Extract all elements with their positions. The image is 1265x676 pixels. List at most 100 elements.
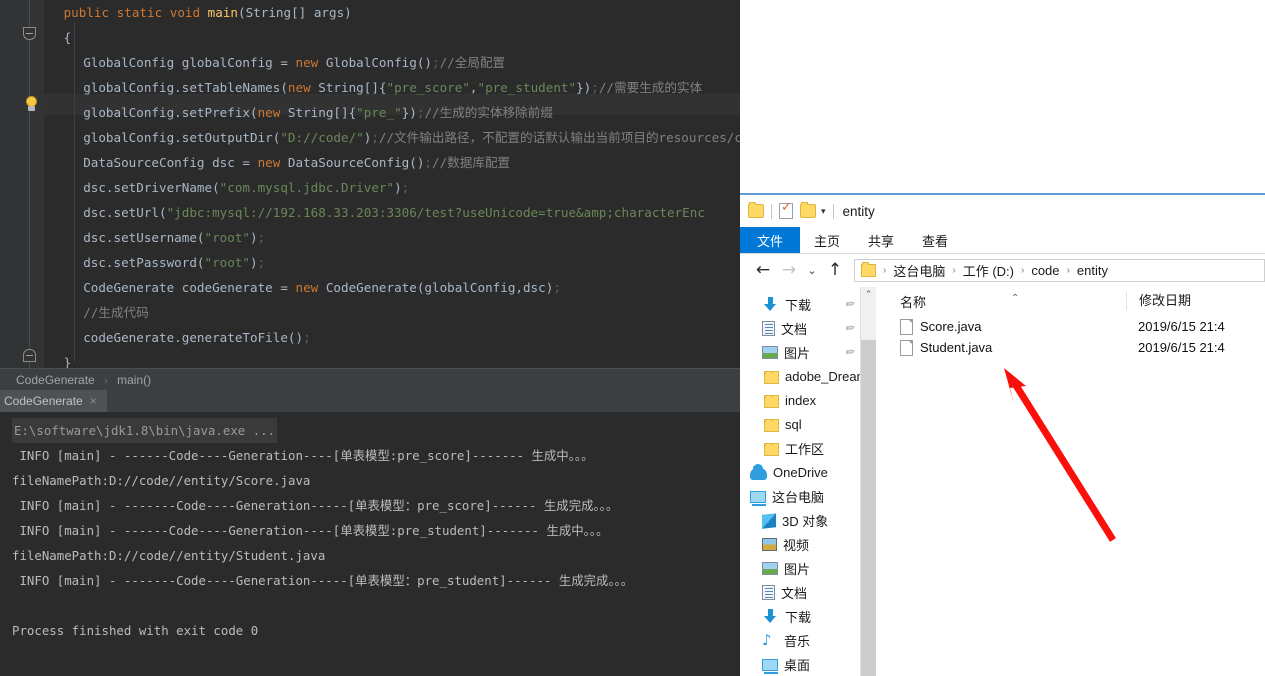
forward-button[interactable]: → bbox=[776, 262, 802, 279]
file-name-cell: Student.java bbox=[876, 339, 1126, 356]
breadcrumb-separator-icon: › bbox=[952, 265, 956, 276]
breadcrumb-item-3[interactable]: entity bbox=[1077, 263, 1108, 278]
console-line: E:\software\jdk1.8\bin\java.exe ... bbox=[0, 418, 740, 443]
code-token: }) bbox=[576, 80, 592, 95]
scroll-up-icon[interactable]: ⌃ bbox=[861, 287, 876, 303]
nav-item-3D 对象[interactable]: 3D 对象 bbox=[740, 508, 860, 532]
column-headers[interactable]: 名称 ⌃ 修改日期 bbox=[876, 287, 1265, 316]
toolbar-divider bbox=[771, 203, 772, 219]
code-line: GlobalConfig globalConfig = new GlobalCo… bbox=[0, 50, 740, 75]
file-list-pane[interactable]: 名称 ⌃ 修改日期 Score.java 2019/6/15 21:4 Studen… bbox=[876, 287, 1265, 676]
code-token: ) bbox=[394, 180, 402, 195]
back-button[interactable]: ← bbox=[750, 262, 776, 279]
nav-item-桌面[interactable]: 桌面 bbox=[740, 652, 860, 676]
column-header-name[interactable]: 名称 ⌃ bbox=[876, 292, 1126, 311]
folder-icon[interactable] bbox=[748, 202, 764, 218]
code-token: CodeGenerate codeGenerate = bbox=[83, 280, 296, 295]
code-token: "jdbc:mysql://192.168.33.203:3306/test?u… bbox=[166, 205, 705, 220]
nav-item-这台电脑[interactable]: 这台电脑 bbox=[740, 484, 860, 508]
chevron-down-icon[interactable]: ▾ bbox=[821, 206, 826, 216]
nav-item-label: index bbox=[785, 392, 817, 408]
code-token: "D://code/" bbox=[280, 130, 364, 145]
folder-icon bbox=[764, 442, 779, 456]
code-editor-pane[interactable]: public static void main(String[] args) {G… bbox=[0, 0, 740, 370]
breadcrumb-method[interactable]: main() bbox=[117, 373, 151, 387]
breadcrumb-item-0[interactable]: 这台电脑 bbox=[893, 261, 945, 280]
nav-item-工作区[interactable]: 工作区 bbox=[740, 436, 860, 460]
nav-item-label: 这台电脑 bbox=[772, 489, 825, 505]
file-row[interactable]: Student.java 2019/6/15 21:4 bbox=[876, 337, 1265, 358]
nav-item-下载[interactable]: 下载 bbox=[740, 604, 860, 628]
code-token: "pre_" bbox=[356, 105, 402, 120]
explorer-content: 下载 ✐ 文档 ✐ 图片 ✐ adobe_Dreamwindex sql 工作区 OneDrive… bbox=[740, 287, 1265, 676]
code-token: ; bbox=[257, 230, 266, 245]
nav-item-视频[interactable]: 视频 bbox=[740, 532, 860, 556]
console-log-text: Process finished with exit code 0 bbox=[12, 623, 259, 638]
download-icon bbox=[762, 296, 779, 312]
nav-item-音乐[interactable]: ♪ 音乐 bbox=[740, 628, 860, 652]
ide-window: public static void main(String[] args) {G… bbox=[0, 0, 740, 676]
nav-item-label: adobe_Dreamw bbox=[785, 368, 860, 384]
sort-ascending-icon: ⌃ bbox=[1011, 292, 1020, 304]
breadcrumb-path[interactable]: › 这台电脑 › 工作 (D:) › code › entity bbox=[854, 259, 1265, 282]
code-token: DataSourceConfig dsc = bbox=[83, 155, 258, 170]
ribbon-tab-查看[interactable]: 查看 bbox=[908, 227, 962, 253]
nav-item-OneDrive[interactable]: OneDrive bbox=[740, 460, 860, 484]
pin-icon[interactable]: ✐ bbox=[842, 320, 857, 336]
breadcrumb-separator-icon: › bbox=[104, 375, 108, 387]
file-icon bbox=[900, 318, 913, 335]
code-token: String[]{ bbox=[318, 80, 387, 95]
nav-item-图片[interactable]: 图片 ✐ bbox=[740, 340, 860, 364]
up-button[interactable]: ↑ bbox=[822, 262, 848, 279]
nav-item-label: 文档 bbox=[781, 585, 808, 601]
address-bar[interactable]: ← → ⌄ ↑ › 这台电脑 › 工作 (D:) › code › entity bbox=[740, 254, 1265, 287]
nav-item-label: 音乐 bbox=[784, 633, 811, 649]
nav-item-label: sql bbox=[785, 416, 802, 432]
code-token: ; bbox=[432, 55, 440, 70]
new-folder-icon[interactable] bbox=[800, 202, 816, 218]
pin-icon[interactable]: ✐ bbox=[842, 296, 857, 312]
nav-item-index[interactable]: index bbox=[740, 388, 860, 412]
console-log-text: fileNamePath:D://code//entity/Student.ja… bbox=[12, 548, 326, 563]
history-dropdown-icon[interactable]: ⌄ bbox=[802, 265, 822, 276]
pin-icon[interactable]: ✐ bbox=[842, 344, 857, 360]
breadcrumb-item-1[interactable]: 工作 (D:) bbox=[963, 261, 1014, 280]
file-explorer-window: ▾ entity 文件主页共享查看 ← → ⌄ ↑ ›这台电脑›工作 (D:)›… bbox=[740, 193, 1265, 676]
ribbon-tab-共享[interactable]: 共享 bbox=[854, 227, 908, 253]
nav-item-文档[interactable]: 文档 bbox=[740, 580, 860, 604]
console-tab-codegenerate[interactable]: CodeGenerate × bbox=[0, 390, 107, 412]
nav-item-adobe_Dreamw[interactable]: adobe_Dreamw bbox=[740, 364, 860, 388]
ribbon-tab-bar[interactable]: 文件 主页 共享 查看 bbox=[740, 227, 1265, 253]
nav-scrollbar[interactable]: ⌃ bbox=[861, 287, 876, 676]
close-icon[interactable]: × bbox=[90, 390, 97, 412]
code-token: "pre_score" bbox=[386, 80, 470, 95]
code-token: "root" bbox=[204, 255, 251, 270]
explorer-title-bar[interactable]: ▾ entity bbox=[740, 195, 1265, 227]
code-token: ; bbox=[303, 330, 311, 345]
nav-item-文档[interactable]: 文档 ✐ bbox=[740, 316, 860, 340]
console-line: fileNamePath:D://code//entity/Student.ja… bbox=[0, 543, 740, 568]
breadcrumb-separator-icon: › bbox=[1066, 265, 1070, 276]
nav-item-sql[interactable]: sql bbox=[740, 412, 860, 436]
ribbon-tab-主页[interactable]: 主页 bbox=[800, 227, 854, 253]
file-row[interactable]: Score.java 2019/6/15 21:4 bbox=[876, 316, 1265, 337]
scrollbar-thumb[interactable] bbox=[861, 340, 876, 676]
nav-item-图片[interactable]: 图片 bbox=[740, 556, 860, 580]
source-code[interactable]: public static void main(String[] args) {G… bbox=[0, 0, 740, 375]
code-line: globalConfig.setPrefix(new String[]{"pre… bbox=[0, 100, 740, 125]
console-output[interactable]: E:\software\jdk1.8\bin\java.exe ... INFO… bbox=[0, 412, 740, 676]
properties-icon[interactable] bbox=[779, 200, 793, 219]
music-icon: ♪ bbox=[762, 630, 772, 649]
column-header-date[interactable]: 修改日期 bbox=[1126, 292, 1191, 310]
navigation-pane[interactable]: 下载 ✐ 文档 ✐ 图片 ✐ adobe_Dreamwindex sql 工作区 OneDrive… bbox=[740, 287, 860, 676]
nav-item-下载[interactable]: 下载 ✐ bbox=[740, 292, 860, 316]
ribbon-tab-文件[interactable]: 文件 bbox=[740, 227, 801, 253]
console-log-text: fileNamePath:D://code//entity/Score.java bbox=[12, 473, 311, 488]
nav-item-label: 图片 bbox=[784, 561, 811, 577]
breadcrumb-item-2[interactable]: code bbox=[1031, 263, 1059, 278]
3d-objects-icon bbox=[762, 512, 776, 529]
code-token: }) bbox=[401, 105, 417, 120]
editor-breadcrumb[interactable]: CodeGenerate › main() bbox=[0, 368, 740, 390]
breadcrumb-class[interactable]: CodeGenerate bbox=[16, 373, 95, 387]
folder-icon bbox=[861, 262, 876, 277]
